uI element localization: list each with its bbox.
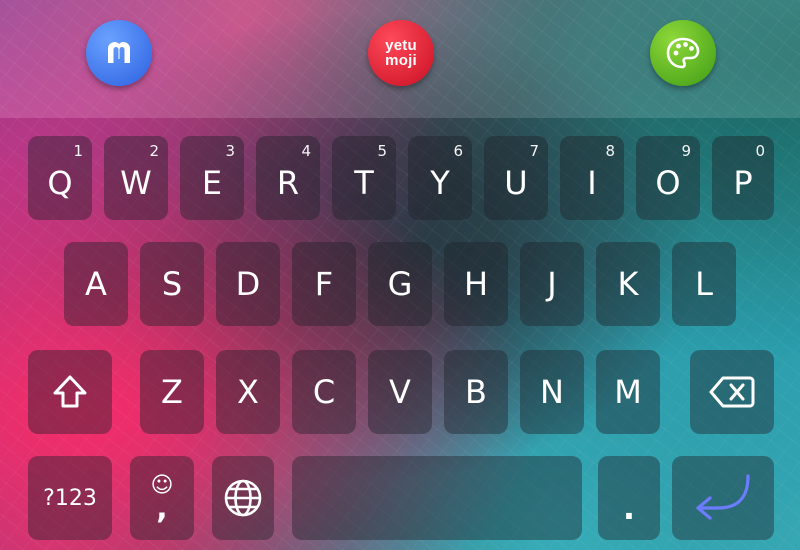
key-w[interactable]: 2 W <box>104 136 168 220</box>
backspace-key[interactable] <box>690 350 774 434</box>
yetumoji-app-button[interactable]: yetu moji <box>368 20 434 86</box>
key-hint: 1 <box>73 142 83 160</box>
key-d[interactable]: D <box>216 242 280 326</box>
period-label: . <box>622 489 636 527</box>
key-y[interactable]: 6 Y <box>408 136 472 220</box>
key-e[interactable]: 3 E <box>180 136 244 220</box>
key-o[interactable]: 9 O <box>636 136 700 220</box>
shift-key[interactable] <box>28 350 112 434</box>
key-q[interactable]: 1 Q <box>28 136 92 220</box>
key-label: U <box>504 164 528 202</box>
key-label: Y <box>430 164 450 202</box>
key-p[interactable]: 0 P <box>712 136 774 220</box>
mastodon-icon <box>99 33 139 73</box>
key-i[interactable]: 8 I <box>560 136 624 220</box>
key-s[interactable]: S <box>140 242 204 326</box>
key-label: V <box>389 373 411 411</box>
yetumoji-logo-line2: moji <box>385 52 417 69</box>
key-m[interactable]: M <box>596 350 660 434</box>
key-x[interactable]: X <box>216 350 280 434</box>
palette-icon <box>663 33 703 73</box>
key-hint: 9 <box>681 142 691 160</box>
key-k[interactable]: K <box>596 242 660 326</box>
yetumoji-logo-line1: yetu <box>385 37 417 54</box>
key-n[interactable]: N <box>520 350 584 434</box>
key-hint: 0 <box>755 142 765 160</box>
key-label: X <box>237 373 259 411</box>
key-label: B <box>465 373 487 411</box>
key-label: N <box>540 373 564 411</box>
key-hint: 5 <box>377 142 387 160</box>
language-key[interactable] <box>212 456 274 540</box>
shift-icon <box>50 372 90 412</box>
key-label: Z <box>161 373 183 411</box>
space-bar[interactable] <box>292 456 582 540</box>
key-j[interactable]: J <box>520 242 584 326</box>
key-label: S <box>161 265 183 303</box>
keyboard: 1 Q 2 W 3 E 4 R 5 T 6 Y 7 U 8 I 9 O 0 P … <box>0 118 800 550</box>
themes-app-button[interactable] <box>650 20 716 86</box>
key-l[interactable]: L <box>672 242 736 326</box>
key-label: M <box>614 373 642 411</box>
key-label: A <box>85 265 107 303</box>
backspace-icon <box>708 374 756 410</box>
key-v[interactable]: V <box>368 350 432 434</box>
period-key[interactable]: . <box>598 456 660 540</box>
key-label: J <box>547 265 557 303</box>
yetumoji-logo: yetu moji <box>385 38 417 68</box>
key-z[interactable]: Z <box>140 350 204 434</box>
key-hint: 7 <box>529 142 539 160</box>
key-hint: 6 <box>453 142 463 160</box>
key-label: G <box>387 265 413 303</box>
key-hint: 4 <box>301 142 311 160</box>
key-t[interactable]: 5 T <box>332 136 396 220</box>
key-b[interactable]: B <box>444 350 508 434</box>
key-g[interactable]: G <box>368 242 432 326</box>
key-label: F <box>314 265 334 303</box>
key-label: T <box>354 164 374 202</box>
key-label: I <box>587 164 597 202</box>
key-label: R <box>276 164 300 202</box>
symbols-key-label: ?123 <box>43 485 97 511</box>
key-label: K <box>617 265 639 303</box>
globe-icon <box>222 477 264 519</box>
key-label: D <box>235 265 261 303</box>
key-r[interactable]: 4 R <box>256 136 320 220</box>
key-hint: 3 <box>225 142 235 160</box>
enter-key[interactable] <box>672 456 774 540</box>
key-f[interactable]: F <box>292 242 356 326</box>
key-label: C <box>312 373 336 411</box>
key-c[interactable]: C <box>292 350 356 434</box>
suggestion-toolbar: yetu moji <box>0 0 800 118</box>
key-label: W <box>120 164 152 202</box>
key-hint: 8 <box>605 142 615 160</box>
key-label: E <box>201 164 223 202</box>
key-label: L <box>695 265 713 303</box>
key-label: Q <box>47 164 73 202</box>
enter-arrow-icon <box>688 468 758 528</box>
key-a[interactable]: A <box>64 242 128 326</box>
key-label: P <box>733 164 753 202</box>
key-hint: 2 <box>149 142 159 160</box>
key-label: O <box>655 164 681 202</box>
key-label: H <box>463 265 489 303</box>
comma-label: , <box>156 491 168 526</box>
key-h[interactable]: H <box>444 242 508 326</box>
emoji-comma-key[interactable]: ☺ , <box>130 456 194 540</box>
mastodon-app-button[interactable] <box>86 20 152 86</box>
key-u[interactable]: 7 U <box>484 136 548 220</box>
symbols-key[interactable]: ?123 <box>28 456 112 540</box>
